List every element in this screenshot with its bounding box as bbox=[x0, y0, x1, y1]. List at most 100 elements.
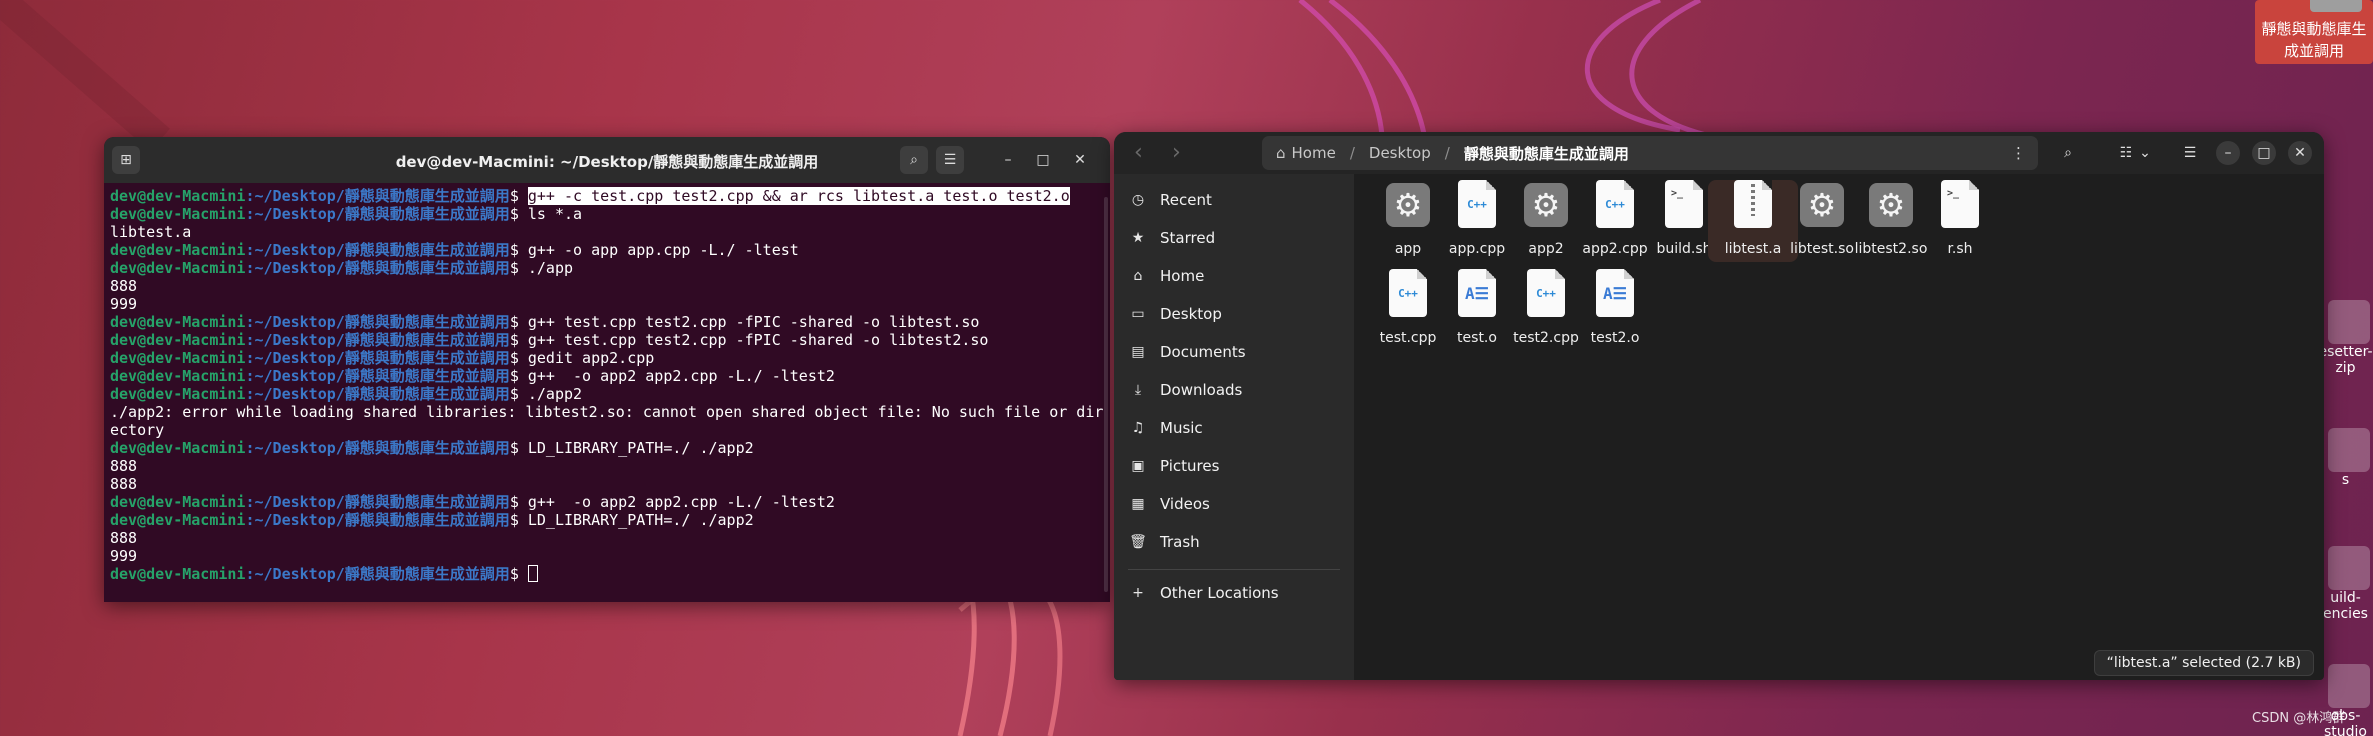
download-icon: ⤓ bbox=[1134, 382, 1142, 398]
breadcrumb-home[interactable]: Home bbox=[1292, 144, 1336, 162]
more-icon[interactable]: ⋮ bbox=[2011, 144, 2026, 162]
prompt-path: :~/Desktop/靜態與動態庫生成並調用 bbox=[245, 313, 510, 331]
file-name: test2.o bbox=[1590, 330, 1640, 346]
prompt-path: :~/Desktop/靜態與動態庫生成並調用 bbox=[245, 385, 510, 403]
scrollbar[interactable] bbox=[1104, 197, 1108, 592]
executable-gear-icon: ⚙ bbox=[1386, 183, 1430, 227]
file-item[interactable]: A☰ test2.o bbox=[1570, 269, 1660, 351]
sidebar-item-downloads[interactable]: ⤓ Downloads bbox=[1128, 373, 1243, 407]
sidebar-item-pictures[interactable]: ▣ Pictures bbox=[1128, 449, 1219, 483]
terminal-output-line: 888 bbox=[110, 475, 138, 493]
maximize-icon[interactable]: □ bbox=[2252, 141, 2276, 165]
command-text: ./app2 bbox=[527, 385, 583, 403]
prompt-path: :~/Desktop/靜態與動態庫生成並調用 bbox=[245, 349, 510, 367]
prompt-user: dev@dev-Macmini bbox=[110, 511, 246, 529]
prompt-user: dev@dev-Macmini bbox=[110, 565, 246, 583]
sidebar-item-desktop[interactable]: ▭ Desktop bbox=[1128, 297, 1222, 331]
breadcrumb-current[interactable]: 靜態與動態庫生成並調用 bbox=[1464, 143, 1629, 164]
plus-icon: + bbox=[1132, 585, 1144, 601]
desktop-item-label: esetter-zip bbox=[2318, 344, 2373, 376]
prompt-user: dev@dev-Macmini bbox=[110, 349, 246, 367]
sidebar-item-label: Music bbox=[1160, 419, 1203, 437]
cpp-file-icon: C++ bbox=[1458, 180, 1496, 228]
terminal-output-line: 888 bbox=[110, 277, 138, 295]
menu-icon[interactable]: ☰ bbox=[2176, 139, 2204, 167]
file-manager-window[interactable]: ‹ › ⌂ Home / Desktop / 靜態與動態庫生成並調用 ⋮ ⌕ ☷… bbox=[1114, 132, 2324, 680]
executable-gear-icon: ⚙ bbox=[1524, 183, 1568, 227]
document-icon: ▤ bbox=[1131, 344, 1145, 360]
prompt-user: dev@dev-Macmini bbox=[110, 241, 246, 259]
star-icon: ★ bbox=[1131, 230, 1145, 246]
command-text: gedit app2.cpp bbox=[527, 349, 655, 367]
desktop-item[interactable]: uild-encies bbox=[2318, 546, 2373, 622]
desktop-item-label: s bbox=[2341, 472, 2350, 488]
terminal-window[interactable]: ⊞ dev@dev-Macmini: ~/Desktop/靜態與動態庫生成並調用… bbox=[104, 137, 1110, 602]
prompt-user: dev@dev-Macmini bbox=[110, 493, 246, 511]
sidebar-item-label: Recent bbox=[1160, 191, 1212, 209]
sidebar-item-label: Desktop bbox=[1160, 305, 1222, 323]
prompt-symbol: $ bbox=[509, 493, 528, 511]
search-icon[interactable]: ⌕ bbox=[2054, 139, 2082, 167]
prompt-user: dev@dev-Macmini bbox=[110, 259, 246, 277]
desktop-folder-icon[interactable]: 靜態與動態庫生成並調用 bbox=[2255, 0, 2373, 64]
sidebar-item-other-locations[interactable]: + Other Locations bbox=[1128, 576, 1279, 610]
prompt-symbol: $ bbox=[509, 511, 528, 529]
menu-icon[interactable]: ☰ bbox=[936, 146, 964, 174]
prompt-path: :~/Desktop/靜態與動態庫生成並調用 bbox=[245, 259, 510, 277]
prompt-path: :~/Desktop/靜態與動態庫生成並調用 bbox=[245, 511, 510, 529]
breadcrumb: ⌂ Home / Desktop / 靜態與動態庫生成並調用 ⋮ bbox=[1262, 136, 2038, 170]
sidebar: ◷ Recent ★ Starred ⌂ Home ▭ Desktop ▤ Documen… bbox=[1114, 174, 1354, 680]
watermark: CSDN @林鸿群 bbox=[2252, 711, 2346, 726]
terminal-command-line: dev@dev-Macmini:~/Desktop/靜態與動態庫生成並調用$ g… bbox=[110, 367, 1104, 385]
close-icon[interactable]: ✕ bbox=[2288, 141, 2312, 165]
sidebar-item-trash[interactable]: 🗑 Trash bbox=[1128, 525, 1200, 559]
chevron-down-icon[interactable]: ⌄ bbox=[2136, 139, 2154, 167]
file-item[interactable]: >_ r.sh bbox=[1915, 180, 2005, 262]
prompt-symbol: $ bbox=[509, 439, 528, 457]
file-icon bbox=[2328, 300, 2370, 344]
sidebar-item-starred[interactable]: ★ Starred bbox=[1128, 221, 1215, 255]
sidebar-item-recent[interactable]: ◷ Recent bbox=[1128, 183, 1212, 217]
sidebar-item-label: Documents bbox=[1160, 343, 1246, 361]
search-icon[interactable]: ⌕ bbox=[900, 146, 928, 174]
sidebar-item-videos[interactable]: ▦ Videos bbox=[1128, 487, 1209, 521]
command-text: g++ test.cpp test2.cpp -fPIC -shared -o … bbox=[527, 331, 989, 349]
desktop-item[interactable]: s bbox=[2318, 428, 2373, 488]
terminal-output-line: 999 bbox=[110, 547, 138, 565]
home-icon: ⌂ bbox=[1276, 144, 1286, 162]
cpp-file-icon: C++ bbox=[1527, 269, 1565, 317]
prompt-symbol: $ bbox=[509, 565, 528, 583]
command-text: g++ -c test.cpp test2.cpp && ar rcs libt… bbox=[527, 187, 1070, 205]
zip-file-icon bbox=[1734, 180, 1772, 228]
folder-tab-shape bbox=[2310, 0, 2362, 12]
forward-icon[interactable]: › bbox=[1172, 140, 1181, 165]
cpp-file-icon: C++ bbox=[1596, 180, 1634, 228]
minimize-icon[interactable]: – bbox=[994, 146, 1022, 174]
prompt-symbol: $ bbox=[509, 331, 528, 349]
sidebar-item-music[interactable]: ♫ Music bbox=[1128, 411, 1203, 445]
terminal-output[interactable]: dev@dev-Macmini:~/Desktop/靜態與動態庫生成並調用$ g… bbox=[104, 183, 1110, 587]
maximize-icon[interactable]: □ bbox=[1029, 146, 1057, 174]
close-icon[interactable]: ✕ bbox=[1066, 146, 1094, 174]
sidebar-item-documents[interactable]: ▤ Documents bbox=[1128, 335, 1246, 369]
sidebar-item-label: Other Locations bbox=[1160, 584, 1279, 602]
terminal-output-line: ./app2: error while loading shared libra… bbox=[110, 403, 1104, 421]
command-text: ./app bbox=[527, 259, 574, 277]
prompt-path: :~/Desktop/靜態與動態庫生成並調用 bbox=[245, 439, 510, 457]
file-icon bbox=[2328, 664, 2370, 708]
sidebar-item-label: Home bbox=[1160, 267, 1205, 285]
prompt-user: dev@dev-Macmini bbox=[110, 313, 246, 331]
desktop-item[interactable]: esetter-zip bbox=[2318, 300, 2373, 376]
sidebar-item-home[interactable]: ⌂ Home bbox=[1128, 259, 1205, 293]
prompt-symbol: $ bbox=[509, 313, 528, 331]
picture-icon: ▣ bbox=[1131, 458, 1145, 474]
terminal-command-line: dev@dev-Macmini:~/Desktop/靜態與動態庫生成並調用$ g… bbox=[110, 349, 1104, 367]
terminal-header: ⊞ dev@dev-Macmini: ~/Desktop/靜態與動態庫生成並調用… bbox=[104, 137, 1110, 183]
file-icon bbox=[2328, 428, 2370, 472]
command-text: g++ test.cpp test2.cpp -fPIC -shared -o … bbox=[527, 313, 980, 331]
minimize-icon[interactable]: – bbox=[2216, 141, 2240, 165]
back-icon[interactable]: ‹ bbox=[1134, 140, 1143, 165]
terminal-command-line: dev@dev-Macmini:~/Desktop/靜態與動態庫生成並調用$ g… bbox=[110, 241, 1104, 259]
breadcrumb-desktop[interactable]: Desktop bbox=[1369, 144, 1431, 162]
file-icon bbox=[2328, 546, 2370, 590]
